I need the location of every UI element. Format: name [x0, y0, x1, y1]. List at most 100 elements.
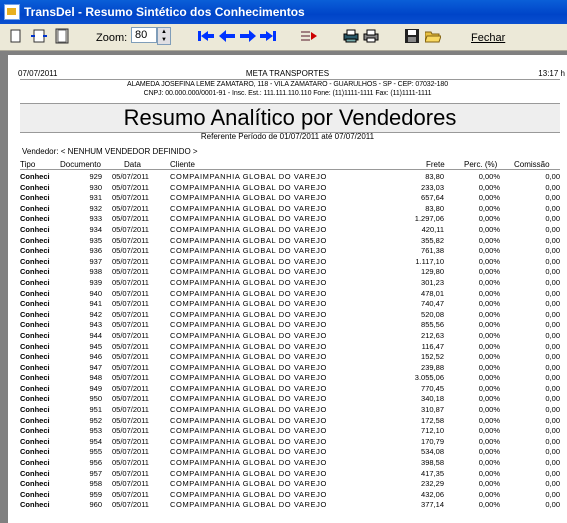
cell-documento: 960	[89, 500, 102, 510]
cell-cliente: COMPAIMPANHIA GLOBAL DO VAREJO	[170, 256, 327, 266]
table-row: Conheci 937 05/07/2011 COMPAIMPANHIA GLOBAL…	[8, 257, 567, 268]
cell-tipo: Conheci	[20, 426, 50, 436]
cell-data: 05/07/2011	[112, 415, 149, 425]
cell-data: 05/07/2011	[112, 330, 149, 340]
cell-perc: 0,00%	[478, 415, 500, 425]
last-page-icon[interactable]	[259, 28, 277, 44]
cell-frete: 3.055,06	[414, 373, 444, 383]
first-page-icon[interactable]	[197, 28, 215, 44]
cell-comissao: 0,00	[545, 500, 560, 510]
toolbar: Zoom: 80 ▲ ▼ Fechar	[0, 24, 567, 51]
report-time: 13:17 h	[538, 69, 565, 78]
cell-comissao: 0,00	[545, 235, 560, 245]
table-row: Conheci 934 05/07/2011 COMPAIMPANHIA GLOBAL…	[8, 225, 567, 236]
cell-tipo: Conheci	[20, 193, 50, 203]
zoom-input[interactable]: 80	[131, 27, 157, 43]
single-page-icon[interactable]	[8, 28, 24, 44]
cell-perc: 0,00%	[478, 330, 500, 340]
previous-page-icon[interactable]	[218, 28, 236, 44]
full-page-icon[interactable]	[54, 28, 70, 44]
cell-tipo: Conheci	[20, 288, 50, 298]
cell-cliente: COMPAIMPANHIA GLOBAL DO VAREJO	[170, 267, 327, 277]
cell-documento: 931	[89, 193, 102, 203]
cell-cliente: COMPAIMPANHIA GLOBAL DO VAREJO	[170, 415, 327, 425]
cell-perc: 0,00%	[478, 489, 500, 499]
cell-documento: 937	[89, 256, 102, 266]
cell-tipo: Conheci	[20, 341, 50, 351]
zoom-spinner[interactable]: ▲ ▼	[157, 27, 171, 45]
cell-documento: 932	[89, 203, 102, 213]
cell-frete: 398,58	[421, 458, 444, 468]
cell-comissao: 0,00	[545, 468, 560, 478]
table-row: Conheci 938 05/07/2011 COMPAIMPANHIA GLOBAL…	[8, 267, 567, 278]
table-row: Conheci 953 05/07/2011 COMPAIMPANHIA GLOBAL…	[8, 426, 567, 437]
cell-comissao: 0,00	[545, 458, 560, 468]
cell-tipo: Conheci	[20, 415, 50, 425]
cell-cliente: COMPAIMPANHIA GLOBAL DO VAREJO	[170, 224, 327, 234]
open-folder-icon[interactable]	[424, 28, 442, 44]
cell-frete: 170,79	[421, 436, 444, 446]
cell-perc: 0,00%	[478, 224, 500, 234]
cell-perc: 0,00%	[478, 394, 500, 404]
close-button[interactable]: Fechar	[471, 30, 505, 46]
cell-cliente: COMPAIMPANHIA GLOBAL DO VAREJO	[170, 341, 327, 351]
cell-cliente: COMPAIMPANHIA GLOBAL DO VAREJO	[170, 468, 327, 478]
table-row: Conheci 950 05/07/2011 COMPAIMPANHIA GLOBAL…	[8, 394, 567, 405]
cell-frete: 740,47	[421, 299, 444, 309]
cell-comissao: 0,00	[545, 362, 560, 372]
table-row: Conheci 952 05/07/2011 COMPAIMPANHIA GLOBAL…	[8, 416, 567, 427]
cell-frete: 1.117,10	[415, 256, 444, 266]
cell-tipo: Conheci	[20, 373, 50, 383]
table-row: Conheci 939 05/07/2011 COMPAIMPANHIA GLOBAL…	[8, 278, 567, 289]
cell-frete: 417,35	[421, 468, 444, 478]
cell-perc: 0,00%	[478, 362, 500, 372]
report-period: Referente Período de 01/07/2011 até 07/0…	[200, 132, 375, 141]
cell-cliente: COMPAIMPANHIA GLOBAL DO VAREJO	[170, 500, 327, 510]
cell-frete: 712,10	[421, 426, 444, 436]
col-frete: Frete	[426, 160, 445, 169]
cell-cliente: COMPAIMPANHIA GLOBAL DO VAREJO	[170, 309, 327, 319]
cell-perc: 0,00%	[478, 235, 500, 245]
print-icon[interactable]	[362, 28, 380, 44]
goto-page-icon[interactable]	[300, 28, 318, 44]
page-width-icon[interactable]	[30, 28, 48, 44]
cell-comissao: 0,00	[545, 267, 560, 277]
cell-perc: 0,00%	[478, 458, 500, 468]
cell-cliente: COMPAIMPANHIA GLOBAL DO VAREJO	[170, 246, 327, 256]
cell-data: 05/07/2011	[112, 489, 149, 499]
window-title: TransDel - Resumo Sintético dos Conhecim…	[24, 5, 305, 19]
cell-data: 05/07/2011	[112, 341, 149, 351]
cell-cliente: COMPAIMPANHIA GLOBAL DO VAREJO	[170, 458, 327, 468]
cell-comissao: 0,00	[545, 426, 560, 436]
cell-frete: 1.297,06	[414, 214, 444, 224]
cell-frete: 855,56	[421, 320, 444, 330]
company-registration: CNPJ: 00.000.000/0001-91 - Insc. Est.: 1…	[143, 90, 432, 97]
save-icon[interactable]	[404, 28, 420, 44]
cell-frete: 657,64	[421, 193, 444, 203]
cell-comissao: 0,00	[545, 394, 560, 404]
spin-up-icon[interactable]: ▲	[161, 28, 167, 36]
cell-data: 05/07/2011	[112, 436, 149, 446]
cell-cliente: COMPAIMPANHIA GLOBAL DO VAREJO	[170, 352, 327, 362]
cell-frete: 83,80	[425, 172, 444, 181]
cell-cliente: COMPAIMPANHIA GLOBAL DO VAREJO	[170, 426, 327, 436]
cell-perc: 0,00%	[478, 405, 500, 415]
cell-cliente: COMPAIMPANHIA GLOBAL DO VAREJO	[170, 320, 327, 330]
printer-setup-icon[interactable]	[342, 28, 360, 44]
table-row: Conheci 955 05/07/2011 COMPAIMPANHIA GLOBAL…	[8, 447, 567, 458]
next-page-icon[interactable]	[239, 28, 257, 44]
cell-data: 05/07/2011	[112, 299, 149, 309]
cell-frete: 420,11	[421, 224, 444, 234]
cell-cliente: COMPAIMPANHIA GLOBAL DO VAREJO	[170, 277, 327, 287]
cell-cliente: COMPAIMPANHIA GLOBAL DO VAREJO	[170, 447, 327, 457]
cell-data: 05/07/2011	[112, 309, 149, 319]
spin-down-icon[interactable]: ▼	[161, 36, 167, 44]
cell-tipo: Conheci	[20, 447, 50, 457]
cell-perc: 0,00%	[478, 447, 500, 457]
cell-comissao: 0,00	[545, 193, 560, 203]
preview-viewport[interactable]: 07/07/2011 META TRANSPORTES 13:17 h ALAM…	[0, 51, 567, 523]
cell-tipo: Conheci	[20, 299, 50, 309]
cell-comissao: 0,00	[545, 373, 560, 383]
cell-comissao: 0,00	[545, 320, 560, 330]
cell-tipo: Conheci	[20, 436, 50, 446]
